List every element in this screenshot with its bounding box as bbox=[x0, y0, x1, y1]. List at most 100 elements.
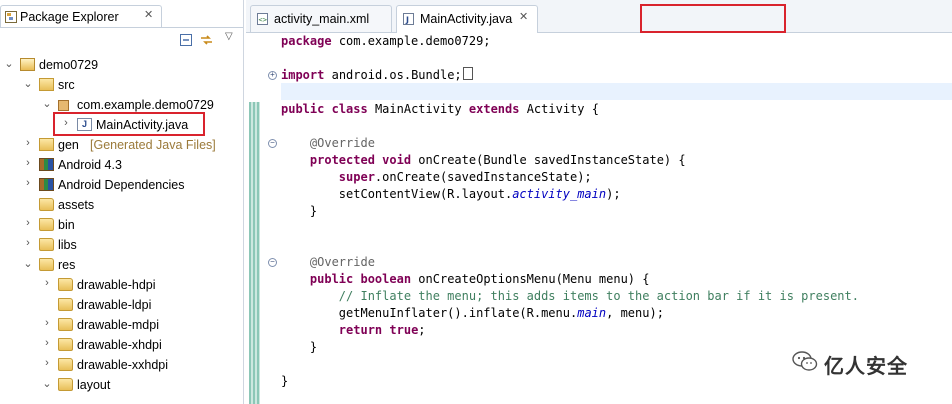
code-line: } bbox=[281, 203, 317, 220]
chevron-right-icon[interactable]: › bbox=[23, 137, 33, 149]
code-line: @Override bbox=[281, 135, 375, 152]
library-icon bbox=[39, 158, 54, 171]
folder-icon bbox=[58, 298, 73, 311]
tree-item[interactable]: drawable-ldpi bbox=[0, 295, 243, 315]
code-line: package com.example.demo0729; bbox=[281, 33, 491, 50]
code-line: getMenuInflater().inflate(R.menu.main, m… bbox=[281, 305, 664, 322]
close-icon[interactable]: ✕ bbox=[144, 8, 153, 21]
tree-item[interactable]: › libs bbox=[0, 235, 243, 255]
folder-icon bbox=[39, 218, 54, 231]
tree-item[interactable]: › gen [Generated Java Files] bbox=[0, 135, 243, 155]
chevron-right-icon[interactable]: › bbox=[42, 357, 52, 369]
tab-mainactivity-java[interactable]: J MainActivity.java ✕ bbox=[396, 5, 538, 33]
close-tab-icon[interactable]: ✕ bbox=[519, 10, 528, 23]
chevron-right-icon[interactable]: › bbox=[23, 177, 33, 189]
code-token: onCreateOptionsMenu(Menu menu) { bbox=[418, 272, 650, 286]
code-token: main bbox=[577, 306, 607, 320]
watermark-text: 亿人安全 bbox=[824, 354, 908, 378]
collapse-fold-icon[interactable]: − bbox=[268, 258, 277, 267]
tree-item[interactable]: › drawable-xxhdpi bbox=[0, 355, 243, 375]
tree-item-label: com.example.demo0729 bbox=[77, 98, 214, 112]
tree-item-label: drawable-xhdpi bbox=[77, 338, 162, 352]
folder-icon bbox=[58, 338, 73, 351]
java-file-icon: J bbox=[403, 13, 414, 25]
source-folder-icon bbox=[39, 78, 54, 91]
code-token: import bbox=[281, 68, 325, 82]
editor-area: <> activity_main.xml J MainActivity.java… bbox=[246, 0, 952, 404]
code-token: void bbox=[382, 153, 412, 167]
code-token: ; bbox=[418, 323, 426, 337]
code-token: MainActivity bbox=[374, 102, 462, 116]
tree-item-label: layout bbox=[77, 378, 111, 392]
tree-item[interactable]: assets bbox=[0, 195, 243, 215]
code-token: com.example.demo0729; bbox=[338, 34, 491, 48]
tree-item[interactable]: › Android Dependencies bbox=[0, 175, 243, 195]
tree-item-label: drawable-ldpi bbox=[77, 298, 152, 312]
collapsed-region-marker[interactable] bbox=[462, 67, 473, 80]
tree-item[interactable]: ⌄ layout bbox=[0, 375, 243, 395]
chevron-right-icon[interactable]: › bbox=[23, 237, 33, 249]
chevron-right-icon[interactable]: › bbox=[42, 317, 52, 329]
code-token: @Override bbox=[281, 136, 375, 150]
tree-item-label: bin bbox=[58, 218, 75, 232]
tree-item-label: assets bbox=[58, 198, 95, 212]
tree-item[interactable]: › bin bbox=[0, 215, 243, 235]
chevron-right-icon[interactable]: › bbox=[23, 157, 33, 169]
code-line: } bbox=[281, 373, 288, 390]
tab-label: MainActivity.java bbox=[420, 12, 513, 26]
code-token: android.os.Bundle; bbox=[331, 68, 462, 82]
tree-item[interactable]: ⌄ res bbox=[0, 255, 243, 275]
code-token: } bbox=[281, 374, 289, 388]
expand-fold-icon[interactable]: + bbox=[268, 71, 277, 80]
view-menu-icon[interactable]: ▽ bbox=[225, 31, 233, 42]
tree-item-label: src bbox=[58, 78, 75, 92]
chevron-down-icon[interactable]: ⌄ bbox=[4, 57, 14, 70]
folding-ruler: + − − bbox=[260, 33, 280, 404]
tree-item-label: gen bbox=[58, 138, 79, 152]
code-token: activity_main bbox=[512, 187, 607, 201]
chevron-down-icon[interactable]: ⌄ bbox=[42, 377, 52, 390]
folder-icon bbox=[58, 278, 73, 291]
tree-item[interactable]: ⌄ demo0729 bbox=[0, 55, 243, 75]
source-folder-icon bbox=[39, 138, 54, 151]
chevron-right-icon[interactable]: › bbox=[42, 277, 52, 289]
code-line: // Inflate the menu; this adds items to … bbox=[281, 288, 859, 305]
package-explorer-icon bbox=[5, 11, 17, 23]
chevron-down-icon[interactable]: ⌄ bbox=[23, 257, 33, 270]
chevron-down-icon[interactable]: ⌄ bbox=[42, 97, 52, 110]
code-line: return true; bbox=[281, 322, 426, 339]
chevron-right-icon[interactable]: › bbox=[23, 217, 33, 229]
chevron-down-icon[interactable]: ⌄ bbox=[23, 77, 33, 90]
tree-item-label: res bbox=[58, 258, 76, 272]
code-token: package bbox=[281, 34, 332, 48]
tree-item[interactable]: › drawable-mdpi bbox=[0, 315, 243, 335]
code-line: public boolean onCreateOptionsMenu(Menu … bbox=[281, 271, 650, 288]
folder-icon bbox=[58, 358, 73, 371]
collapse-all-icon[interactable] bbox=[180, 34, 192, 46]
editor-tabs: <> activity_main.xml J MainActivity.java… bbox=[246, 0, 952, 33]
code-token: , menu); bbox=[606, 306, 664, 320]
code-line: super.onCreate(savedInstanceState); bbox=[281, 169, 592, 186]
tree-item-label: drawable-hdpi bbox=[77, 278, 156, 292]
package-explorer-tab[interactable]: Package Explorer ✕ bbox=[0, 5, 162, 28]
collapse-fold-icon[interactable]: − bbox=[268, 139, 277, 148]
chevron-right-icon[interactable]: › bbox=[42, 337, 52, 349]
code-token: getMenuInflater().inflate(R.menu. bbox=[281, 306, 578, 320]
tree-item[interactable]: › drawable-xhdpi bbox=[0, 335, 243, 355]
highlight-box bbox=[53, 112, 205, 136]
current-line-highlight bbox=[281, 83, 952, 100]
code-line: public class MainActivity extends Activi… bbox=[281, 101, 599, 118]
package-explorer-title: Package Explorer bbox=[20, 10, 119, 24]
tree-item-label: drawable-mdpi bbox=[77, 318, 159, 332]
project-icon bbox=[20, 58, 35, 71]
tree-item[interactable]: › drawable-hdpi bbox=[0, 275, 243, 295]
code-line: @Override bbox=[281, 254, 375, 271]
link-with-editor-icon[interactable] bbox=[200, 34, 212, 46]
code-token: boolean bbox=[360, 272, 412, 286]
tree-item[interactable]: › Android 4.3 bbox=[0, 155, 243, 175]
folder-icon bbox=[39, 198, 54, 211]
library-icon bbox=[39, 178, 54, 191]
xml-file-icon: <> bbox=[257, 13, 268, 25]
tab-activity-main-xml[interactable]: <> activity_main.xml bbox=[250, 5, 392, 32]
tree-item[interactable]: ⌄ src bbox=[0, 75, 243, 95]
